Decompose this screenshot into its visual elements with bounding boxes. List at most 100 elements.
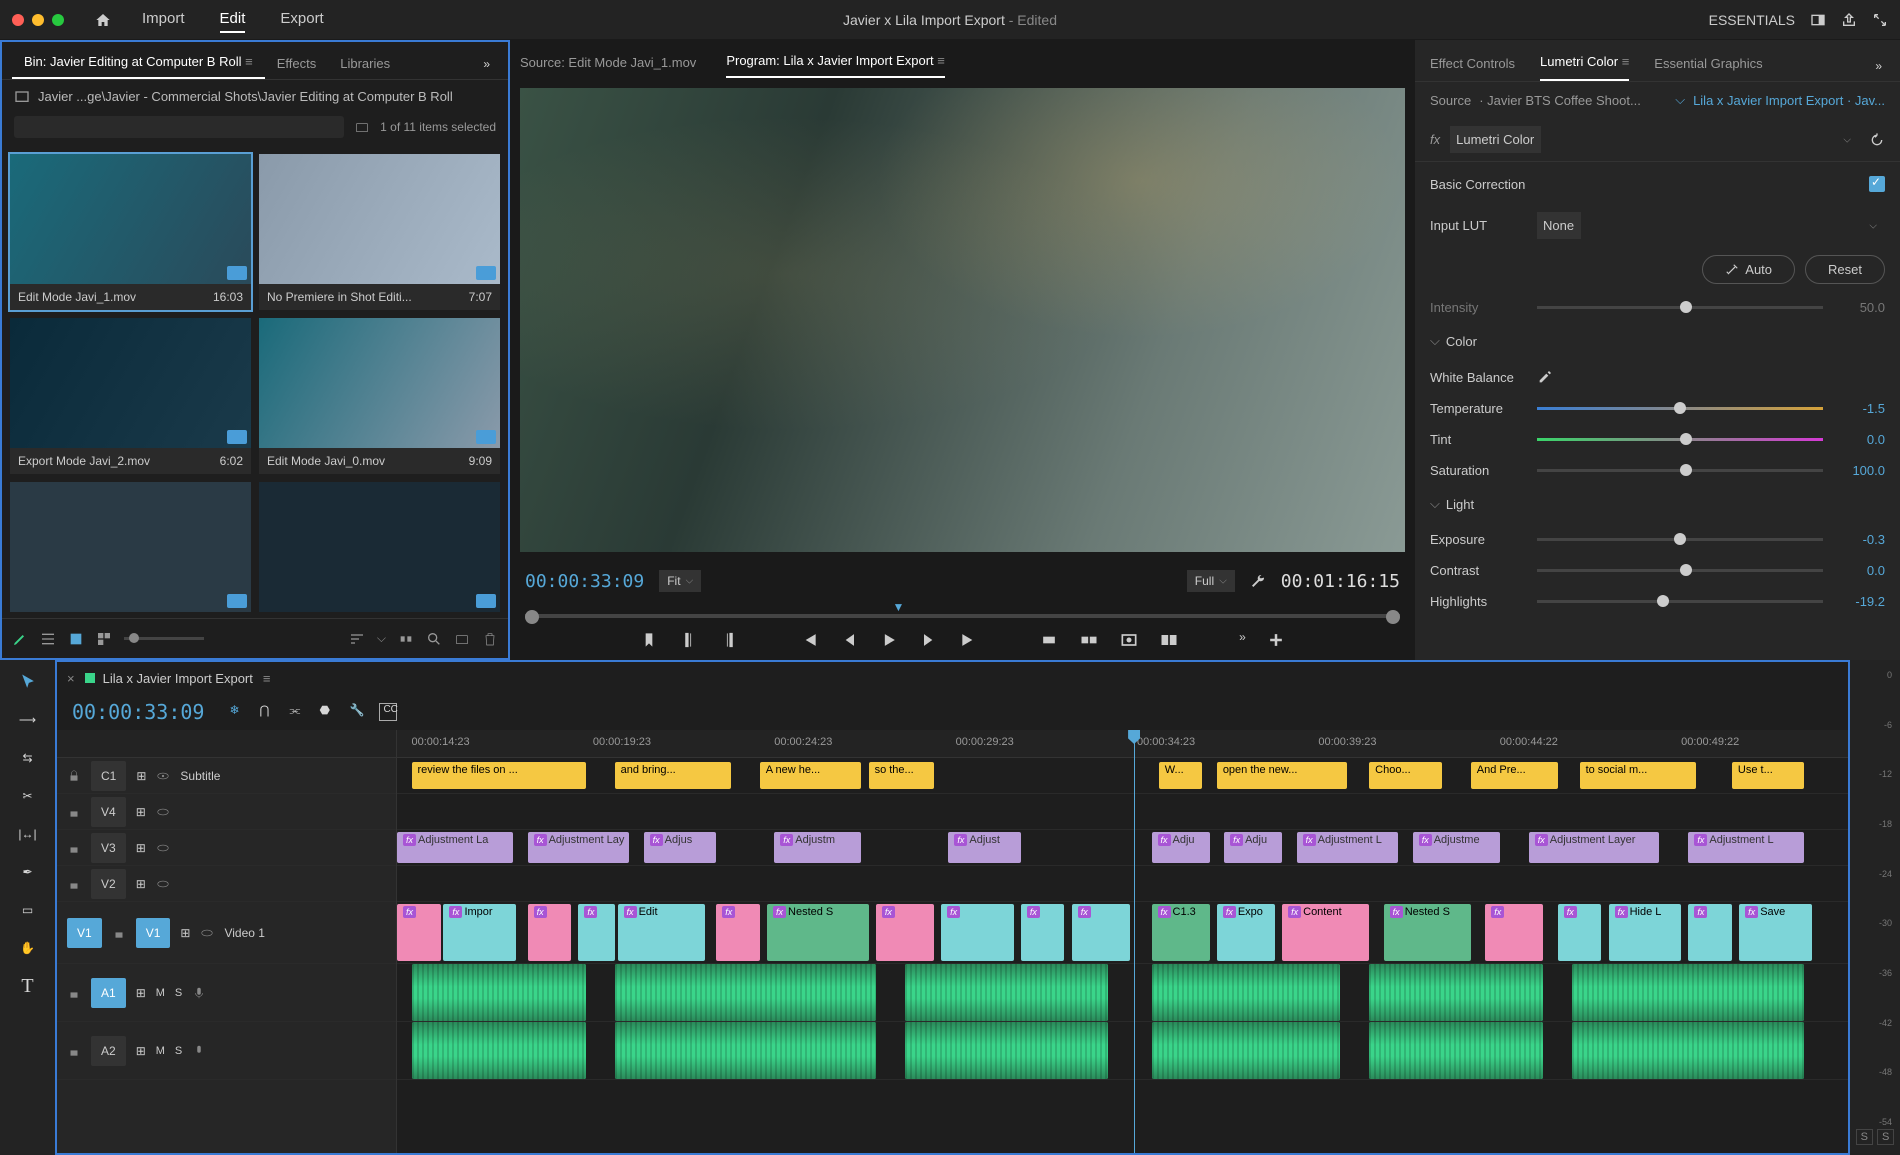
tab-import[interactable]: Import	[142, 6, 185, 33]
list-view-icon[interactable]	[40, 631, 56, 647]
audio-clip[interactable]	[1152, 964, 1341, 1021]
saturation-slider[interactable]	[1537, 469, 1823, 472]
tab-effect-controls[interactable]: Effect Controls	[1430, 46, 1515, 81]
linked-icon[interactable]: ⫘	[289, 703, 307, 721]
step-back-icon[interactable]	[839, 630, 859, 650]
audio-clip[interactable]	[905, 1022, 1108, 1079]
panel-overflow-icon[interactable]: »	[475, 49, 498, 79]
adjustment-clip[interactable]: fxAdjustment L	[1297, 832, 1399, 863]
workspace-icon[interactable]	[1810, 12, 1826, 28]
clip-item[interactable]: Edit Mode Javi_0.mov9:09	[259, 318, 500, 474]
video-clip[interactable]: fxEdit	[618, 904, 705, 961]
track-header-v1[interactable]: V1 V1⊞ Video 1	[57, 902, 396, 964]
zoom-fit-select[interactable]: Fit	[659, 570, 701, 592]
hand-tool[interactable]: ✋	[16, 936, 40, 960]
caption-clip[interactable]: and bring...	[615, 762, 731, 789]
mark-in-icon[interactable]	[639, 630, 659, 650]
playhead[interactable]	[1134, 730, 1135, 1153]
tab-bin[interactable]: Bin: Javier Editing at Computer B Roll ≡	[12, 46, 265, 79]
intensity-value[interactable]: 50.0	[1835, 300, 1885, 315]
tab-lumetri-color[interactable]: Lumetri Color ≡	[1540, 44, 1629, 81]
add-button-icon[interactable]	[1266, 630, 1286, 650]
track-select-tool[interactable]: ⟶	[16, 708, 40, 732]
tab-essential-graphics[interactable]: Essential Graphics	[1654, 46, 1762, 81]
minimize-window[interactable]	[32, 14, 44, 26]
exposure-slider[interactable]	[1537, 538, 1823, 541]
tab-effects[interactable]: Effects	[265, 48, 329, 79]
new-item-icon[interactable]	[454, 631, 470, 647]
video-clip[interactable]: fxNested S	[1384, 904, 1471, 961]
fx-badge-icon[interactable]: fx	[1430, 132, 1440, 147]
trash-icon[interactable]	[482, 631, 498, 647]
input-lut-select[interactable]: None	[1537, 212, 1581, 239]
lock-icon[interactable]	[67, 769, 81, 783]
video-clip[interactable]: fx	[876, 904, 934, 961]
tint-value[interactable]: 0.0	[1835, 432, 1885, 447]
reset-effect-icon[interactable]	[1869, 132, 1885, 148]
audio-clip[interactable]	[615, 1022, 876, 1079]
video-clip[interactable]: fx	[397, 904, 441, 961]
caption-clip[interactable]: Choo...	[1369, 762, 1442, 789]
rectangle-tool[interactable]: ▭	[16, 898, 40, 922]
settings-icon[interactable]: 🔧	[349, 703, 367, 721]
effect-select[interactable]: Lumetri Color	[1450, 126, 1541, 153]
wrench-icon[interactable]	[1250, 573, 1266, 589]
audio-clip[interactable]	[412, 1022, 586, 1079]
video-clip[interactable]: fxSave	[1739, 904, 1812, 961]
home-icon[interactable]	[94, 12, 112, 28]
track-header-v3[interactable]: V3⊞	[57, 830, 396, 866]
type-tool[interactable]: T	[16, 974, 40, 998]
color-section-header[interactable]: ⌵Color	[1430, 323, 1885, 361]
automate-icon[interactable]	[398, 631, 414, 647]
in-point-icon[interactable]	[679, 630, 699, 650]
light-section-header[interactable]: ⌵Light	[1430, 486, 1885, 524]
fullscreen-icon[interactable]	[1872, 12, 1888, 28]
adjustment-clip[interactable]: fxAdju	[1224, 832, 1282, 863]
audio-clip[interactable]	[412, 964, 586, 1021]
freeform-icon[interactable]	[96, 631, 112, 647]
sequence-name[interactable]: Lila x Javier Import Export	[85, 671, 253, 686]
eye-icon[interactable]	[156, 769, 170, 783]
slip-tool[interactable]: |↔|	[16, 822, 40, 846]
track-header-c1[interactable]: C1 ⊞ Subtitle	[57, 758, 396, 794]
highlights-value[interactable]: -19.2	[1835, 594, 1885, 609]
track-header-v2[interactable]: V2⊞	[57, 866, 396, 902]
audio-clip[interactable]	[1572, 964, 1804, 1021]
adjustment-clip[interactable]: fxAdjustm	[774, 832, 861, 863]
caption-clip[interactable]: to social m...	[1580, 762, 1696, 789]
goto-out-icon[interactable]	[959, 630, 979, 650]
reset-button[interactable]: Reset	[1805, 255, 1885, 284]
search-input[interactable]	[14, 116, 344, 138]
tab-edit[interactable]: Edit	[220, 6, 246, 33]
program-monitor[interactable]	[520, 88, 1405, 552]
caption-clip[interactable]: review the files on ...	[412, 762, 586, 789]
adjustment-clip[interactable]: fxAdjustment L	[1688, 832, 1804, 863]
video-clip[interactable]: fx	[578, 904, 614, 961]
tint-slider[interactable]	[1537, 438, 1823, 441]
audio-clip[interactable]	[905, 964, 1108, 1021]
current-timecode[interactable]: 00:00:33:09	[525, 571, 644, 592]
tab-libraries[interactable]: Libraries	[328, 48, 402, 79]
video-clip[interactable]: fxContent	[1282, 904, 1369, 961]
clip-item[interactable]: Edit Mode Javi_1.mov16:03	[10, 154, 251, 310]
lift-icon[interactable]	[1039, 630, 1059, 650]
eyedropper-icon[interactable]	[1537, 369, 1553, 385]
adjustment-clip[interactable]: fxAdjustment Lay	[528, 832, 630, 863]
adjustment-clip[interactable]: fxAdjus	[644, 832, 717, 863]
out-point-icon[interactable]	[719, 630, 739, 650]
program-tab[interactable]: Program: Lila x Javier Import Export ≡	[726, 45, 945, 78]
track-header-a2[interactable]: A2 ⊞MS	[57, 1022, 396, 1080]
basic-correction-header[interactable]: Basic Correction	[1430, 172, 1885, 204]
panel-overflow-icon[interactable]: »	[1867, 51, 1890, 81]
track-lanes[interactable]: 00:00:14:2300:00:19:2300:00:24:2300:00:2…	[397, 730, 1848, 1153]
adjustment-clip[interactable]: fxAdjustment La	[397, 832, 513, 863]
track-header-v4[interactable]: V4⊞	[57, 794, 396, 830]
solo-left[interactable]: S	[1856, 1129, 1873, 1145]
video-clip[interactable]: fxNested S	[767, 904, 869, 961]
caption-clip[interactable]: Use t...	[1732, 762, 1805, 789]
audio-clip[interactable]	[1369, 964, 1543, 1021]
icon-view-icon[interactable]	[68, 631, 84, 647]
maximize-window[interactable]	[52, 14, 64, 26]
tab-export[interactable]: Export	[280, 6, 323, 33]
sequence-menu-icon[interactable]: ≡	[263, 671, 271, 686]
